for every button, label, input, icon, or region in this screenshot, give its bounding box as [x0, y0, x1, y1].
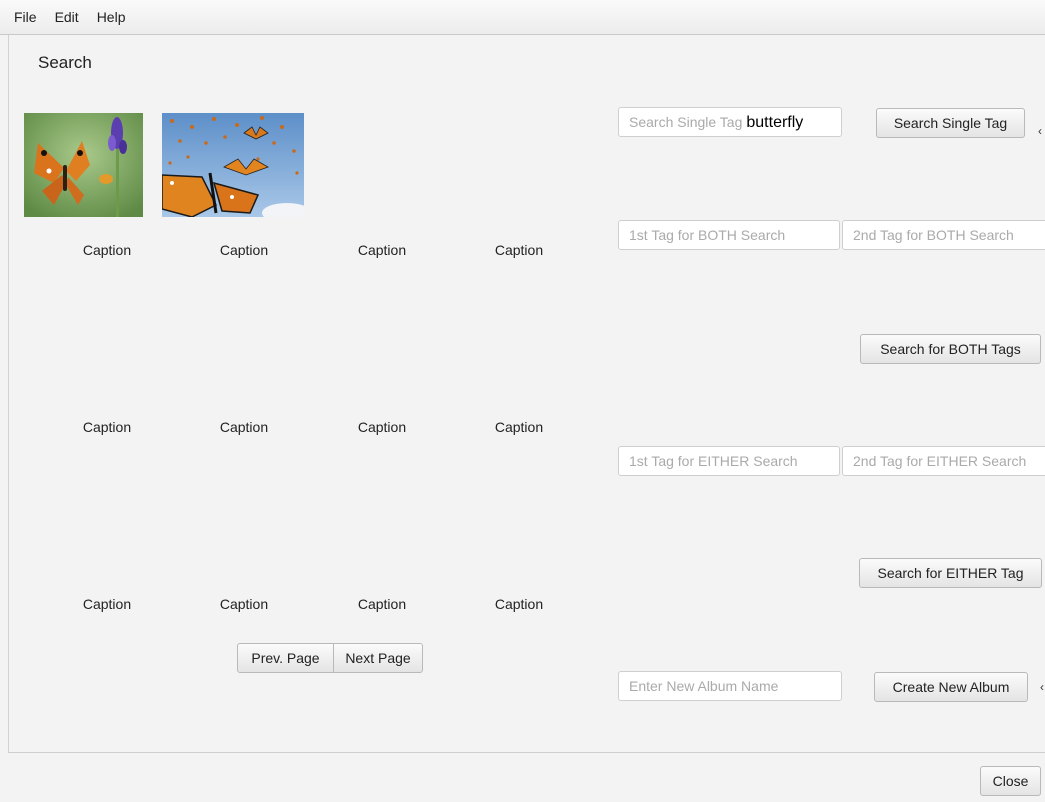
menu-bar: File Edit Help: [0, 0, 1045, 35]
either-tag1-placeholder: 1st Tag for EITHER Search: [629, 453, 798, 469]
new-album-placeholder: Enter New Album Name: [629, 678, 779, 694]
photo-caption: Caption: [494, 596, 544, 612]
photo-caption: Caption: [219, 596, 269, 612]
photo-thumbnail-2[interactable]: [162, 113, 304, 217]
search-single-tag-button[interactable]: Search Single Tag: [876, 108, 1025, 138]
search-both-tags-button[interactable]: Search for BOTH Tags: [860, 334, 1041, 364]
photo-caption: Caption: [82, 419, 132, 435]
photo-caption: Caption: [82, 242, 132, 258]
search-either-tag-button[interactable]: Search for EITHER Tag: [859, 558, 1042, 588]
create-new-album-button[interactable]: Create New Album: [874, 672, 1028, 702]
menu-help[interactable]: Help: [88, 0, 135, 34]
either-tag2-input[interactable]: 2nd Tag for EITHER Search: [842, 446, 1045, 476]
close-button[interactable]: Close: [980, 766, 1041, 796]
new-album-name-input[interactable]: Enter New Album Name: [618, 671, 842, 701]
both-tag2-placeholder: 2nd Tag for BOTH Search: [853, 227, 1014, 243]
footer-divider: [8, 752, 1045, 753]
either-tag2-placeholder: 2nd Tag for EITHER Search: [853, 453, 1027, 469]
butterfly-photo-1-icon: [24, 113, 143, 217]
photo-caption: Caption: [219, 242, 269, 258]
photo-caption: Caption: [82, 596, 132, 612]
both-tag1-placeholder: 1st Tag for BOTH Search: [629, 227, 786, 243]
photo-caption: Caption: [357, 596, 407, 612]
photo-caption: Caption: [219, 419, 269, 435]
content-border-left: [8, 35, 9, 753]
butterfly-photo-2-icon: [162, 113, 304, 217]
page-title: Search: [38, 53, 92, 72]
menu-file[interactable]: File: [0, 0, 46, 34]
either-tag1-input[interactable]: 1st Tag for EITHER Search: [618, 446, 840, 476]
edge-artifact: ‹: [1040, 680, 1044, 694]
photo-caption: Caption: [494, 242, 544, 258]
single-tag-placeholder: Search Single Tag: [629, 114, 743, 130]
both-tag2-input[interactable]: 2nd Tag for BOTH Search: [842, 220, 1045, 250]
edge-artifact: ‹: [1038, 124, 1042, 138]
photo-caption: Caption: [357, 242, 407, 258]
both-tag1-input[interactable]: 1st Tag for BOTH Search: [618, 220, 840, 250]
photo-thumbnail-1[interactable]: [24, 113, 143, 217]
menu-edit[interactable]: Edit: [46, 0, 88, 34]
single-tag-value: butterfly: [746, 114, 804, 131]
next-page-button[interactable]: Next Page: [333, 643, 423, 673]
photo-caption: Caption: [494, 419, 544, 435]
single-tag-search-input[interactable]: Search Single Tag butterfly: [618, 107, 842, 137]
prev-page-button[interactable]: Prev. Page: [237, 643, 334, 673]
photo-caption: Caption: [357, 419, 407, 435]
